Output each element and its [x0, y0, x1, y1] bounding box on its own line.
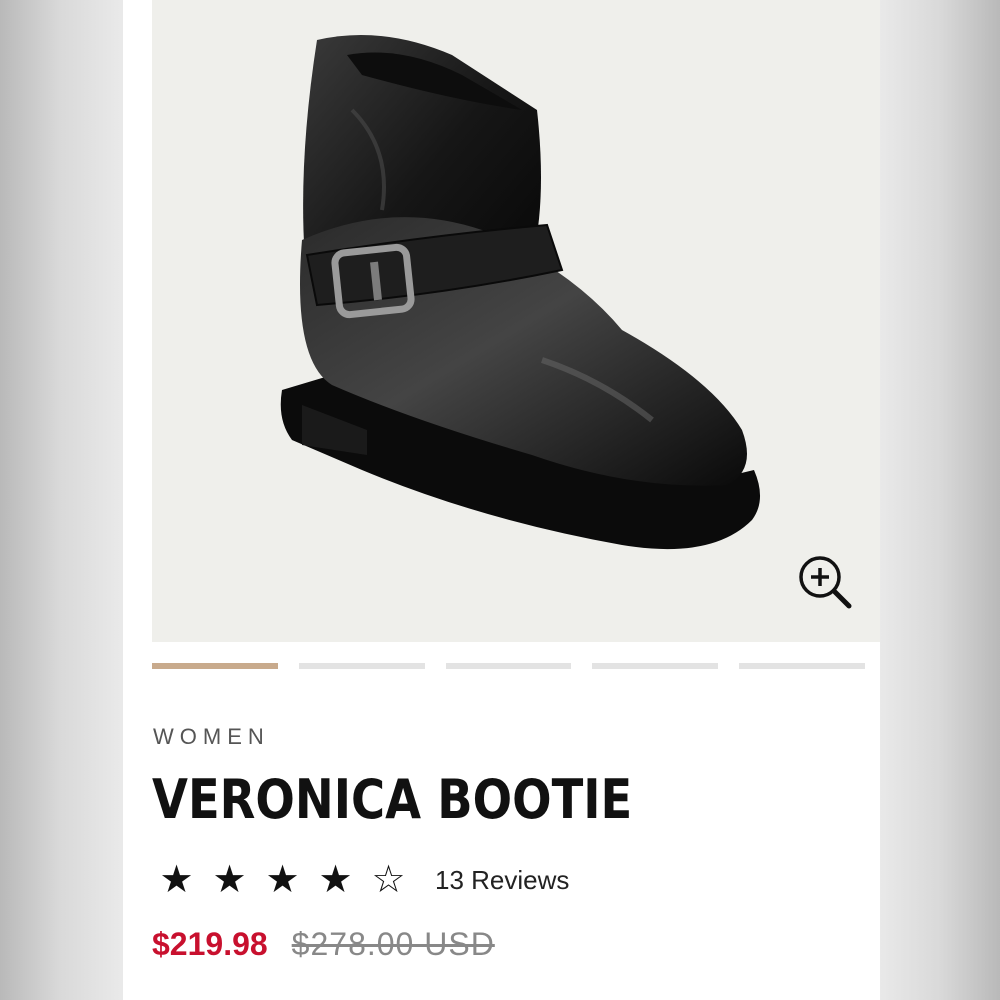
gallery-indicator-5[interactable] — [739, 663, 865, 669]
gallery-indicator-3[interactable] — [445, 663, 572, 669]
star-empty-icon: ☆ — [371, 859, 406, 901]
star-filled-icon: ★ — [212, 859, 247, 901]
zoom-in-icon — [799, 556, 852, 609]
price-row: $219.98 $278.00 USD — [152, 926, 495, 963]
gallery-indicator-1[interactable] — [152, 663, 278, 669]
product-card: WOMEN VERONICA BOOTIE ★ ★ ★ ★ ☆ 13 Revie… — [123, 0, 880, 1000]
reviews-link[interactable]: 13 Reviews — [435, 865, 569, 896]
star-filled-icon: ★ — [265, 859, 300, 901]
product-image[interactable] — [152, 0, 880, 642]
star-filled-icon: ★ — [318, 859, 353, 901]
sale-price: $219.98 — [152, 926, 268, 962]
product-title: VERONICA BOOTIE — [152, 768, 633, 831]
gallery-indicators — [152, 663, 865, 671]
product-category: WOMEN — [153, 724, 270, 749]
original-price: $278.00 USD — [291, 926, 495, 962]
gallery-indicator-4[interactable] — [592, 663, 719, 669]
zoom-button[interactable] — [795, 552, 855, 612]
rating-stars[interactable]: ★ ★ ★ ★ ☆ — [152, 860, 413, 900]
gallery-indicator-2[interactable] — [298, 663, 425, 669]
star-filled-icon: ★ — [159, 859, 194, 901]
boot-illustration — [280, 35, 761, 550]
product-rating: ★ ★ ★ ★ ☆ 13 Reviews — [152, 860, 569, 900]
